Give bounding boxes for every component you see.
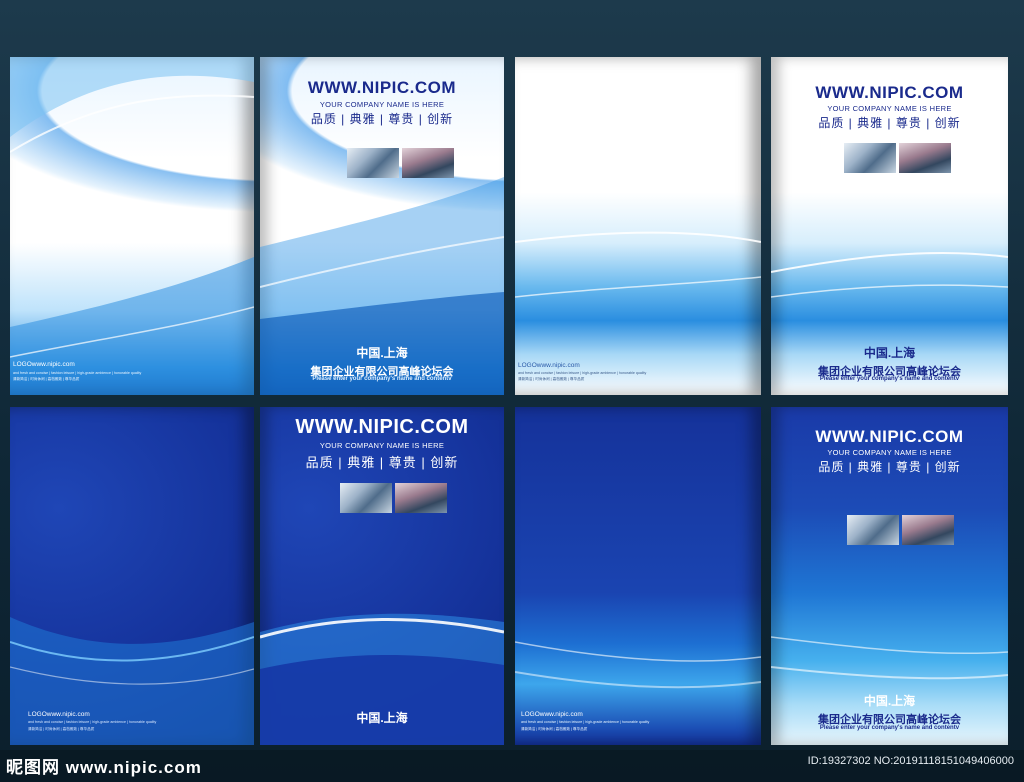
tagline-en: and fresh and concise | fashion leisure … [521, 720, 650, 724]
building-photo [340, 483, 392, 513]
cover-front-dark-2: WWW.NIPIC.COM YOUR COMPANY NAME IS HERE … [771, 407, 1008, 745]
tagline-en: and fresh and concise | fashion leisure … [518, 371, 647, 375]
cover-back-light-2: LOGOwww.nipic.com and fresh and concise … [515, 57, 761, 395]
website-title: WWW.NIPIC.COM [295, 416, 469, 438]
building-photo [847, 515, 899, 545]
wave-decoration [10, 617, 254, 745]
city-label: 中国.上海 [863, 694, 916, 708]
slogan: 品质 | 典雅 | 尊贵 | 创新 [310, 112, 454, 126]
website-title: WWW.NIPIC.COM [815, 427, 964, 446]
bridge-photo [395, 483, 447, 513]
website-title: WWW.NIPIC.COM [815, 83, 964, 102]
company-name: YOUR COMPANY NAME IS HERE [319, 100, 445, 109]
company-name: YOUR COMPANY NAME IS HERE [827, 448, 952, 457]
bridge-photo [899, 143, 951, 173]
watermark-id: ID:19327302 NO:20191118151049406000 [807, 755, 1014, 767]
company-name: YOUR COMPANY NAME IS HERE [319, 441, 445, 450]
city-label: 中国.上海 [356, 711, 408, 725]
cover-back-light-1: LOGOwww.nipic.com and fresh and concise … [10, 57, 254, 395]
city-label: 中国.上海 [863, 346, 916, 360]
photo-strip [844, 143, 951, 173]
slogan: 品质 | 典雅 | 尊贵 | 创新 [818, 460, 961, 474]
photo-strip [347, 148, 454, 178]
logo-text: LOGOwww.nipic.com [28, 711, 90, 718]
cover-design-sheet: LOGOwww.nipic.com and fresh and concise … [0, 0, 1024, 782]
slogan: 品质 | 典雅 | 尊贵 | 创新 [818, 116, 961, 130]
photo-strip [847, 515, 954, 545]
cover-front-light-2: WWW.NIPIC.COM YOUR COMPANY NAME IS HERE … [771, 57, 1008, 395]
tagline-en: and fresh and concise | fashion leisure … [28, 720, 157, 724]
bridge-photo [902, 515, 954, 545]
cover-front-light-1: WWW.NIPIC.COM YOUR COMPANY NAME IS HERE … [260, 57, 504, 395]
logo-text: LOGOwww.nipic.com [518, 362, 580, 369]
wave-decoration [515, 231, 761, 298]
tagline-cn: 清新简洁 | 时尚休闲 | 高档雅致 | 尊华品质 [13, 377, 80, 381]
enter-text: Please enter your company's name and con… [312, 376, 452, 382]
wave-decoration [10, 57, 254, 395]
company-name: YOUR COMPANY NAME IS HERE [827, 104, 952, 113]
cover-front-dark-1: WWW.NIPIC.COM YOUR COMPANY NAME IS HERE … [260, 407, 504, 745]
tagline-cn: 清新简洁 | 时尚休闲 | 高档雅致 | 尊华品质 [521, 727, 588, 731]
bridge-photo [402, 148, 454, 178]
slogan: 品质 | 典雅 | 尊贵 | 创新 [305, 455, 459, 470]
wave-decoration [515, 641, 761, 689]
logo-text: LOGOwww.nipic.com [13, 361, 75, 368]
enter-text: Please enter your company's name and con… [819, 725, 960, 731]
building-photo [844, 143, 896, 173]
tagline-en: and fresh and concise | fashion leisure … [13, 371, 142, 375]
logo-text: LOGOwww.nipic.com [521, 711, 583, 718]
cover-back-dark-1: LOGOwww.nipic.com and fresh and concise … [10, 407, 254, 745]
building-photo [347, 148, 399, 178]
cover-back-dark-2: LOGOwww.nipic.com and fresh and concise … [515, 407, 761, 745]
enter-text: Please enter your company's name and con… [819, 376, 960, 382]
website-title: WWW.NIPIC.COM [307, 78, 457, 97]
tagline-cn: 清新简洁 | 时尚休闲 | 高档雅致 | 尊华品质 [28, 727, 95, 731]
city-label: 中国.上海 [356, 346, 408, 360]
photo-strip [340, 483, 447, 513]
tagline-cn: 清新简洁 | 时尚休闲 | 高档雅致 | 尊华品质 [518, 377, 585, 381]
watermark-logo: 昵图网 www.nipic.com [6, 758, 202, 777]
